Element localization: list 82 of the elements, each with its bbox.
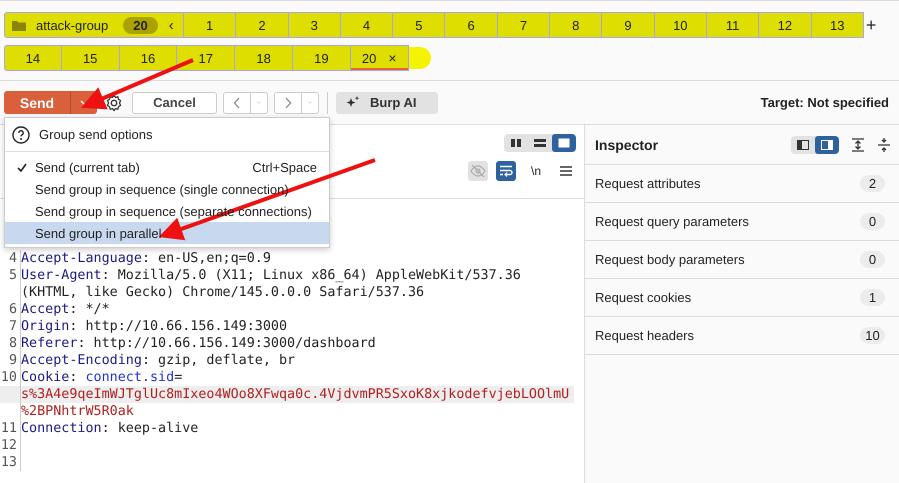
shortcut-label: Ctrl+Space (252, 160, 317, 174)
request-tab[interactable]: 13 (812, 12, 864, 38)
request-tab[interactable]: 20 × (350, 45, 409, 71)
line-number: 9 (8, 352, 17, 369)
dock-right-icon[interactable] (815, 136, 839, 154)
code-line: Accept-Language: en-US,en;q=0.9 (21, 250, 271, 267)
back-button[interactable] (223, 92, 251, 114)
line-number: 7 (8, 318, 17, 335)
request-tab[interactable]: 15 (62, 45, 120, 71)
request-tab[interactable]: 14 (4, 45, 62, 71)
line-number: 13 (0, 454, 17, 471)
line-number: 10 (0, 369, 17, 386)
inspector-section[interactable]: Request body parameters 0 (585, 241, 899, 279)
line-number: 8 (8, 335, 17, 352)
help-icon[interactable] (12, 126, 30, 144)
code-line: Origin: http://10.66.156.149:3000 (21, 318, 288, 335)
folder-icon (12, 20, 26, 30)
check-icon (16, 162, 26, 172)
request-tab[interactable]: 19 (292, 45, 351, 71)
cancel-button[interactable]: Cancel (132, 92, 217, 114)
request-tab[interactable]: 8 (550, 12, 602, 38)
add-tab-button[interactable]: + (864, 12, 876, 38)
menu-item[interactable]: Send group in sequence (single connection) (5, 178, 329, 200)
collapse-button[interactable]: ‹ (164, 16, 178, 34)
code-line: s%3A4e9qeImWJTglUc8mIxeo4WOo8XFwqa0c.4VjdvmPR5SxoK8xjkodefvjebLOOlmU (21, 386, 570, 403)
line-number: 6 (8, 301, 17, 318)
request-tab[interactable]: 5 (393, 12, 446, 38)
request-tab[interactable]: 16 (120, 45, 178, 71)
request-tab[interactable]: 6 (445, 12, 498, 38)
sparkle-icon (346, 96, 360, 110)
send-button[interactable]: Send (4, 91, 70, 114)
wrap-lines-icon[interactable] (496, 161, 516, 181)
forward-button[interactable] (274, 92, 302, 114)
expand-icon[interactable] (851, 138, 865, 152)
request-tab[interactable]: 1 (184, 12, 236, 38)
request-tab[interactable]: 3 (288, 12, 341, 38)
count-badge: 10 (860, 327, 885, 344)
request-tab[interactable]: 2 (236, 12, 289, 38)
line-number: 4 (8, 250, 17, 267)
inspector-section[interactable]: Request headers 10 (585, 317, 899, 355)
request-tab[interactable]: 18 (235, 45, 293, 71)
line-number: 5 (8, 267, 17, 284)
code-line: Referer: http://10.66.156.149:3000/dashboard (21, 335, 376, 352)
group-name: attack-group (36, 18, 108, 32)
count-badge: 1 (860, 289, 885, 306)
collapse-icon[interactable] (877, 138, 891, 152)
code-line: Cookie: connect.sid= (21, 369, 182, 386)
request-tab[interactable]: 10 (654, 12, 707, 38)
chevron-right-icon (284, 96, 292, 108)
request-tab[interactable]: 7 (498, 12, 550, 38)
single-pane-icon[interactable] (552, 134, 576, 152)
code-line: Accept: */* (21, 301, 110, 318)
line-number: 11 (0, 420, 17, 437)
line-number: 12 (0, 437, 17, 454)
code-line: Accept-Encoding: gzip, deflate, br (21, 352, 296, 369)
group-count: 20 (123, 16, 158, 34)
code-line: User-Agent: Mozilla/5.0 (X11; Linux x86_64) AppleWebKit/537.36 (21, 267, 521, 284)
inspector-title: Inspector (595, 136, 658, 152)
code-line: %2BPNhtrW5R0ak (21, 403, 134, 420)
code-line: Connection: keep-alive (21, 420, 198, 437)
settings-icon[interactable] (105, 94, 123, 112)
request-tab[interactable]: 4 (340, 12, 394, 38)
count-badge: 0 (860, 251, 885, 268)
request-tab[interactable]: 17 (177, 45, 236, 71)
inspector-section[interactable]: Request cookies 1 (585, 279, 899, 317)
request-tab[interactable]: 12 (759, 12, 812, 38)
chevron-left-icon (233, 96, 241, 108)
menu-item[interactable]: Send (current tab) Ctrl+Space (5, 156, 329, 178)
menu-title: Group send options (39, 127, 152, 142)
burp-ai-button[interactable]: Burp AI (336, 92, 438, 114)
tab-group[interactable]: attack-group 20 ‹ (4, 12, 184, 38)
menu-item[interactable]: Send group in parallel (5, 222, 329, 244)
request-tab[interactable]: 9 (602, 12, 655, 38)
code-line: (KHTML, like Gecko) Chrome/145.0.0.0 Safari/537.36 (21, 284, 424, 301)
count-badge: 0 (860, 213, 885, 230)
inspector-section[interactable]: Request query parameters 0 (585, 203, 899, 241)
highlighter-mark (408, 47, 431, 69)
inspector-section[interactable]: Request attributes 2 (585, 165, 899, 203)
request-tab[interactable]: 11 (706, 12, 760, 38)
target-label: Target: Not specified (760, 95, 889, 110)
count-badge: 2 (860, 175, 885, 192)
close-icon[interactable]: × (388, 50, 396, 66)
